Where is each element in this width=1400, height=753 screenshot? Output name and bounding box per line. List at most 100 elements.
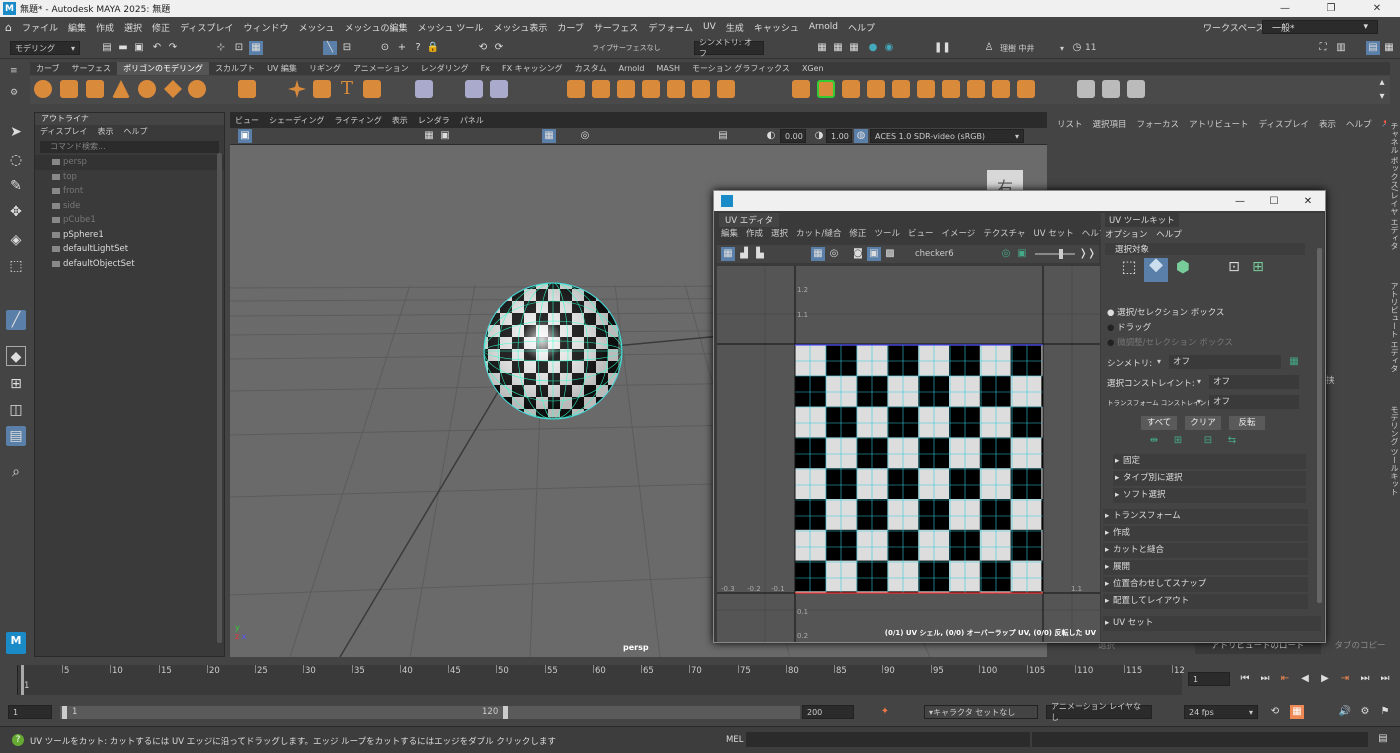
- menu-surfaces[interactable]: サーフェス: [589, 21, 643, 34]
- wedge-icon[interactable]: [1017, 80, 1035, 98]
- poke-icon[interactable]: [992, 80, 1010, 98]
- type-text-icon[interactable]: T: [338, 80, 356, 98]
- uvkit-transform-constraint-dropdown[interactable]: オフ: [1209, 395, 1299, 409]
- rotate-tool-icon[interactable]: ◈: [6, 230, 26, 250]
- snap-grid-icon[interactable]: ╲: [323, 41, 337, 55]
- menu-set-dropdown[interactable]: モデリング ▾: [10, 41, 80, 55]
- uv-slider[interactable]: [1035, 249, 1075, 259]
- poly-cylinder-icon[interactable]: [86, 80, 104, 98]
- uvkit-radio-icon[interactable]: ●: [1107, 323, 1114, 333]
- lock-icon[interactable]: 🔒: [426, 41, 440, 55]
- vp-menu-panels[interactable]: パネル: [455, 114, 489, 128]
- maya-home-logo[interactable]: M: [6, 632, 26, 654]
- uvkit-section-select-by-type[interactable]: タイプ別に選択: [1113, 471, 1306, 486]
- uv-texture-dropdown[interactable]: checker6: [915, 249, 954, 259]
- uvkit-shell-mode-icon[interactable]: ⬢: [1173, 259, 1193, 280]
- minimize-button[interactable]: —: [1262, 0, 1308, 17]
- select-hierarchy-icon[interactable]: ⊹: [214, 41, 228, 55]
- xray-icon[interactable]: ◎: [578, 129, 592, 143]
- outliner-item-pcube1[interactable]: pCube1: [35, 213, 224, 228]
- undo-icon[interactable]: ↶: [150, 41, 164, 55]
- uvkit-transform-constraint-arrow-icon[interactable]: ▾: [1197, 397, 1201, 406]
- exposure-field[interactable]: 0.00: [780, 129, 806, 143]
- uv-shaded-icon[interactable]: ▦: [811, 247, 825, 261]
- svg-icon[interactable]: [363, 80, 381, 98]
- shelf-tab-sculpting[interactable]: スカルプト: [209, 62, 261, 75]
- uvkit-loop-icon[interactable]: ⇆: [1225, 434, 1239, 448]
- cache-playback-icon[interactable]: ▦: [1290, 705, 1304, 719]
- uv-menu-cut-sew[interactable]: カット/縫合: [792, 227, 845, 239]
- uv-checker-icon[interactable]: ▣: [867, 247, 881, 261]
- vp-menu-lighting[interactable]: ライティング: [329, 114, 386, 128]
- uv-grid-icon[interactable]: ▦: [721, 247, 735, 261]
- target-weld-icon[interactable]: [917, 80, 935, 98]
- go-to-start-icon[interactable]: ⏮: [1238, 672, 1252, 686]
- account-dropdown[interactable]: 理樹 中井 ▾: [996, 41, 1068, 55]
- uvkit-section-transform[interactable]: トランスフォーム: [1103, 509, 1308, 524]
- auto-key-icon[interactable]: ✦: [878, 705, 892, 719]
- uvkit-section-pin[interactable]: 固定: [1113, 454, 1306, 469]
- script-editor-icon[interactable]: ▤: [1376, 732, 1390, 746]
- snap-point-icon[interactable]: ⊙: [378, 41, 392, 55]
- uvkit-option-tweak[interactable]: 微調整/セレクション ボックス: [1117, 338, 1233, 348]
- quad-draw-icon[interactable]: [967, 80, 985, 98]
- textured-icon[interactable]: ▦: [542, 129, 556, 143]
- go-to-end-icon[interactable]: ⏭: [1378, 672, 1392, 686]
- uvkit-symmetry-dropdown[interactable]: オフ: [1169, 355, 1281, 369]
- menu-edit-mesh[interactable]: メッシュの編集: [339, 21, 412, 34]
- boolean-icon[interactable]: [617, 80, 635, 98]
- uv-menu-edit[interactable]: 編集: [717, 227, 742, 239]
- uvkit-section-align-snap[interactable]: 位置合わせしてスナップ: [1103, 577, 1308, 592]
- range-start-handle[interactable]: [62, 706, 67, 719]
- shelf-tab-rendering[interactable]: レンダリング: [415, 62, 475, 75]
- uvkit-uv-edge-icon[interactable]: ⊞: [1248, 260, 1268, 280]
- sound-icon[interactable]: 🔊: [1338, 705, 1352, 719]
- select-tool-icon[interactable]: ➤: [6, 122, 26, 142]
- play-forwards-icon[interactable]: ▶: [1318, 672, 1332, 686]
- uvkit-symmetry-icon[interactable]: ▦: [1287, 355, 1301, 369]
- shelf-tab-poly-modeling[interactable]: ポリゴンのモデリング: [117, 62, 210, 75]
- cut-uv-tool-icon[interactable]: ╱: [6, 310, 26, 330]
- uvkit-invert-button[interactable]: 反転: [1229, 416, 1265, 430]
- menu-display[interactable]: ディスプレイ: [175, 21, 238, 34]
- current-time-indicator[interactable]: [21, 665, 24, 695]
- search-icon[interactable]: ⌕: [6, 462, 26, 482]
- wireframe-icon[interactable]: ▦: [422, 129, 436, 143]
- smooth-shade-icon[interactable]: ▣: [438, 129, 452, 143]
- shelf-settings-icon[interactable]: ⚙: [10, 88, 18, 98]
- shelf-menu-icon[interactable]: ≡: [10, 66, 18, 76]
- anim-layer-dropdown[interactable]: アニメーション レイヤなし: [1046, 702, 1152, 722]
- maximize-button[interactable]: ❐: [1308, 0, 1354, 17]
- create-grid-icon[interactable]: [415, 80, 433, 98]
- gamma-field[interactable]: 1.00: [826, 129, 852, 143]
- menu-select[interactable]: 選択: [119, 21, 147, 34]
- anim-prefs-icon[interactable]: ⚙: [1358, 705, 1372, 719]
- toggle-channel-box-icon[interactable]: ▤: [1366, 41, 1380, 55]
- uvkit-clear-button[interactable]: クリア: [1185, 416, 1221, 430]
- range-slider-bar[interactable]: 1 120: [60, 706, 800, 719]
- ipr-render-icon[interactable]: ▦: [831, 41, 845, 55]
- uv-editor-icon[interactable]: [1102, 80, 1120, 98]
- shelf-tab-fx-caching[interactable]: FX キャッシング: [496, 62, 569, 75]
- uvkit-radio-icon[interactable]: ●: [1107, 338, 1114, 348]
- shelf-scroll-up-icon[interactable]: ▴: [1375, 76, 1389, 90]
- uvkit-grow-icon[interactable]: ⇹: [1147, 434, 1161, 448]
- cb-menu-attributes[interactable]: アトリビュート: [1184, 118, 1254, 130]
- uvkit-scrollbar[interactable]: [1317, 248, 1322, 603]
- uvkit-section-soft-select[interactable]: ソフト選択: [1113, 488, 1306, 503]
- mel-label[interactable]: MEL: [726, 735, 743, 745]
- uv-menu-textures[interactable]: テクスチャ: [979, 227, 1029, 239]
- sphere-checker[interactable]: [482, 281, 624, 421]
- uv-distortion-icon[interactable]: ◎: [827, 247, 841, 261]
- uv-window-titlebar[interactable]: — ☐ ✕: [714, 191, 1325, 211]
- uvkit-section-cut-sew[interactable]: カットと縫合: [1103, 543, 1308, 558]
- cb-tab-copy-tab[interactable]: タブのコピー: [1321, 638, 1386, 654]
- uvkit-section-unfold[interactable]: 展開: [1103, 560, 1308, 575]
- menu-generate[interactable]: 生成: [721, 21, 749, 34]
- uv-canvas[interactable]: 1.2 1.1 0.1 0.2 -0.3 -0.2 -0.1 1.1 (0/1)…: [717, 266, 1100, 642]
- toggle-attribute-editor-icon[interactable]: ▥: [1334, 41, 1348, 55]
- cb-menu-display[interactable]: ディスプレイ: [1254, 118, 1314, 130]
- new-scene-icon[interactable]: ▤: [100, 41, 114, 55]
- paint-select-tool-icon[interactable]: ✎: [6, 176, 26, 196]
- menu-mesh-tools[interactable]: メッシュ ツール: [412, 21, 488, 34]
